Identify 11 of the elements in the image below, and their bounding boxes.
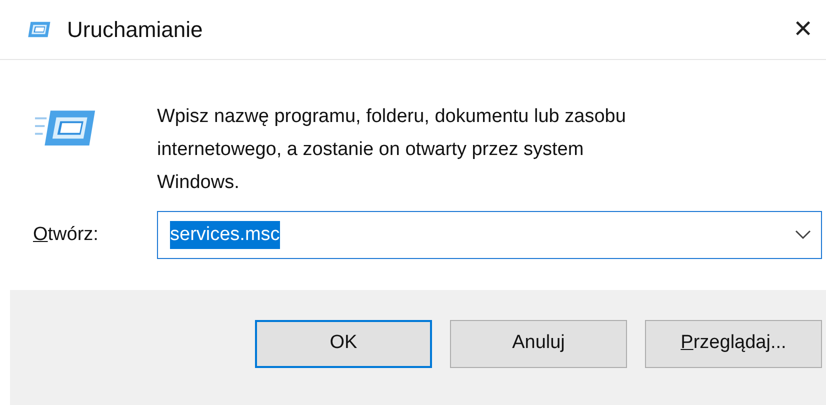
close-button[interactable]: ✕ — [788, 14, 818, 44]
dialog-button[interactable]: Przeglądaj... — [645, 320, 822, 368]
open-combobox[interactable]: services.msc — [157, 211, 822, 259]
window-title: Uruchamianie — [67, 16, 203, 44]
open-label: Otwórz: — [33, 222, 100, 247]
instruction-text: Wpisz nazwę programu, folderu, dokumentu lub zasobu internetowego, a zostanie on otwarty przez system Windows. — [157, 105, 627, 195]
command-input: services.msc — [170, 221, 280, 249]
chevron-down-icon — [795, 230, 811, 240]
dialog-button[interactable]: Anuluj — [450, 320, 627, 368]
dialog-button[interactable]: OK — [255, 320, 432, 368]
run-icon — [35, 108, 97, 148]
